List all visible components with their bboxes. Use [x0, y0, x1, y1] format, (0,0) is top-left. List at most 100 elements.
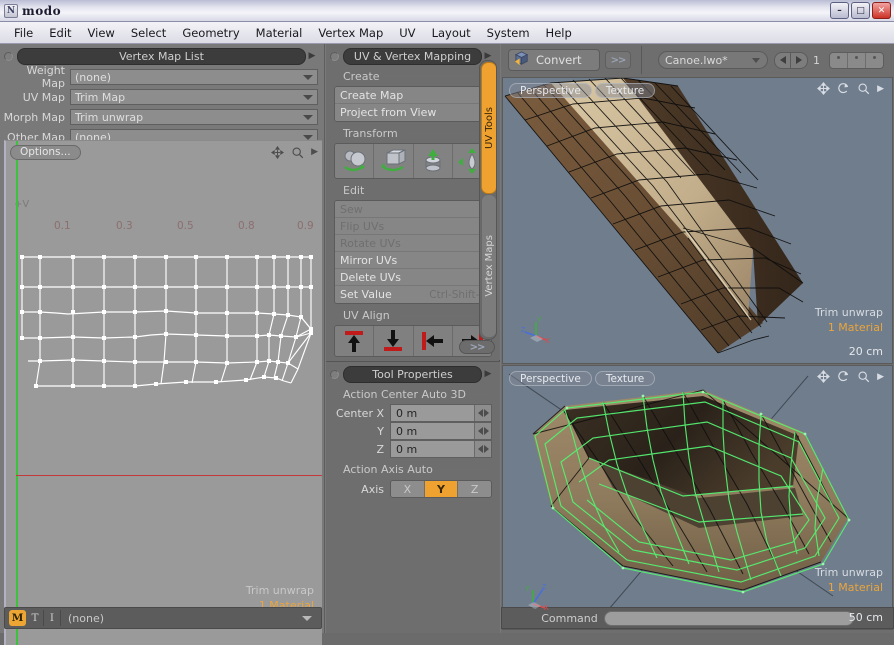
center-y-input[interactable]: 0 m	[390, 422, 492, 440]
set-value-shortcut: Ctrl-Shift-V	[429, 288, 486, 301]
morph-map-select[interactable]: Trim unwrap	[70, 109, 318, 125]
viewport-menu-arrow-icon[interactable]: ▶	[311, 147, 318, 157]
viewport-top-shading-tab[interactable]: Texture	[594, 83, 656, 98]
rotate-sphere-icon[interactable]	[335, 144, 375, 178]
item-mode-button[interactable]: I	[44, 610, 61, 626]
material-mode-button[interactable]: M	[9, 610, 26, 626]
panel-expand-button[interactable]: >>	[459, 340, 495, 354]
minimize-button[interactable]: –	[830, 2, 849, 19]
tool-properties-panel: Tool Properties ▶ Action Center Auto 3D …	[326, 361, 500, 633]
next-arrow-icon[interactable]	[791, 51, 808, 69]
menu-material[interactable]: Material	[248, 24, 311, 42]
zoom-icon[interactable]	[291, 146, 304, 159]
file-selector[interactable]: Canoe.lwo*	[658, 51, 768, 69]
panel-menu-arrow-icon[interactable]: ▶	[482, 369, 494, 379]
chevron-down-icon[interactable]	[302, 615, 312, 621]
axis-y-button[interactable]: Y	[424, 481, 459, 497]
menu-file[interactable]: File	[6, 24, 41, 42]
delete-uvs-button[interactable]: Delete UVs	[335, 269, 491, 286]
tool-properties-title[interactable]: Tool Properties	[343, 365, 482, 383]
viewport-menu-arrow-icon[interactable]: ▶	[877, 84, 884, 94]
vertex-map-list-title[interactable]: Vertex Map List	[17, 47, 306, 65]
menu-uv[interactable]: UV	[391, 24, 423, 42]
chevron-down-icon	[303, 95, 313, 100]
center-x-input[interactable]: 0 m	[390, 404, 492, 422]
uv-mapping-title[interactable]: UV & Vertex Mapping	[343, 47, 482, 65]
panel-collapse-dot[interactable]	[330, 51, 339, 61]
divider	[368, 190, 492, 191]
rotate-uvs-button[interactable]: Rotate UVs	[335, 235, 491, 252]
uv-viewport[interactable]: Options... ▶ +V 0.1 0.3 0.5 0.8 0.9 Trim…	[4, 140, 322, 645]
axis-z-button[interactable]: Z	[458, 481, 491, 497]
uv-map-select[interactable]: Trim Map	[70, 89, 318, 105]
align-top-icon[interactable]	[335, 326, 375, 356]
viewport-bottom-info: Trim unwrap 1 Material	[815, 565, 883, 595]
prev-arrow-icon[interactable]	[774, 51, 791, 69]
uv-options-button[interactable]: Options...	[10, 144, 81, 160]
convert-button[interactable]: Convert	[508, 49, 600, 71]
command-input[interactable]	[603, 610, 854, 626]
texture-mode-button[interactable]: T	[27, 610, 44, 626]
axis-x-button[interactable]: X	[391, 481, 425, 497]
menu-select[interactable]: Select	[123, 24, 174, 42]
create-map-button[interactable]: Create Map	[335, 87, 491, 104]
viewport-bottom-tabs: Perspective Texture	[509, 371, 656, 386]
layer-cell-2[interactable]	[848, 52, 866, 68]
uv-info-mesh-name: Trim unwrap	[245, 584, 314, 597]
viewport-bottom-view-tab[interactable]: Perspective	[509, 371, 592, 386]
action-center-group-label: Action Center Auto 3D	[334, 388, 492, 401]
convert-expand-button[interactable]: >>	[605, 51, 631, 69]
weight-map-select[interactable]: (none)	[70, 69, 318, 85]
tab-uv-tools[interactable]: UV Tools	[481, 62, 496, 194]
panel-menu-arrow-icon[interactable]: ▶	[306, 51, 318, 61]
layer-grid-icon[interactable]	[829, 51, 884, 69]
menu-system[interactable]: System	[479, 24, 538, 42]
align-bottom-icon[interactable]	[374, 326, 414, 356]
center-y-stepper[interactable]	[474, 423, 491, 439]
maximize-button[interactable]: □	[851, 2, 870, 19]
set-value-button[interactable]: Set Value Ctrl-Shift-V	[335, 286, 491, 303]
menu-vertex-map[interactable]: Vertex Map	[310, 24, 391, 42]
viewport-top-perspective[interactable]: Perspective Texture ▶ Y Z X Trim unwrap …	[502, 77, 893, 364]
center-z-stepper[interactable]	[474, 441, 491, 457]
panel-collapse-dot[interactable]	[330, 369, 339, 379]
menu-geometry[interactable]: Geometry	[174, 24, 247, 42]
center-x-label: Center X	[335, 406, 384, 420]
window-title: modo	[22, 3, 62, 18]
center-z-input[interactable]: 0 m	[390, 440, 492, 458]
viewport-bottom-perspective[interactable]: Perspective Texture ▶ Y Z X Trim unwrap …	[502, 365, 893, 630]
viewport-top-info: Trim unwrap 1 Material	[815, 305, 883, 335]
flip-uvs-button[interactable]: Flip UVs	[335, 218, 491, 235]
menu-view[interactable]: View	[80, 24, 123, 42]
menu-edit[interactable]: Edit	[41, 24, 79, 42]
layer-cell-1[interactable]	[830, 52, 848, 68]
mirror-uvs-button[interactable]: Mirror UVs	[335, 252, 491, 269]
rotate-cylinder-icon[interactable]	[374, 144, 414, 178]
menu-help[interactable]: Help	[538, 24, 580, 42]
menu-layout[interactable]: Layout	[424, 24, 479, 42]
right-column: Convert >> Canoe.lwo* 1 Perspective Text…	[501, 44, 894, 633]
project-from-view-button[interactable]: Project from View	[335, 104, 491, 121]
zoom-icon[interactable]	[857, 82, 870, 95]
center-y-label: Y	[377, 424, 384, 438]
zoom-icon[interactable]	[857, 370, 870, 383]
viewport-top-view-tab[interactable]: Perspective	[509, 83, 592, 98]
action-axis-group-title: Action Axis Auto	[343, 463, 433, 476]
rotate-icon[interactable]	[837, 82, 850, 95]
viewport-bottom-shading-tab[interactable]: Texture	[594, 371, 656, 386]
pan-icon[interactable]	[271, 145, 285, 159]
rotate-icon[interactable]	[837, 370, 850, 383]
close-button[interactable]: ✕	[872, 2, 891, 19]
layer-cell-3[interactable]	[866, 53, 883, 68]
viewport-menu-arrow-icon[interactable]: ▶	[877, 372, 884, 382]
align-left-icon[interactable]	[413, 326, 453, 356]
scale-up-icon[interactable]	[413, 144, 453, 178]
center-x-stepper[interactable]	[474, 405, 491, 421]
divider	[383, 76, 492, 77]
pan-icon[interactable]	[817, 370, 831, 383]
sew-button[interactable]: Sew	[335, 201, 491, 218]
tab-vertex-maps[interactable]: Vertex Maps	[481, 194, 496, 338]
pan-icon[interactable]	[817, 82, 831, 95]
panel-collapse-dot[interactable]	[4, 51, 13, 61]
vertex-map-fields: Weight Map (none) UV Map Trim Map Morph …	[2, 64, 318, 146]
